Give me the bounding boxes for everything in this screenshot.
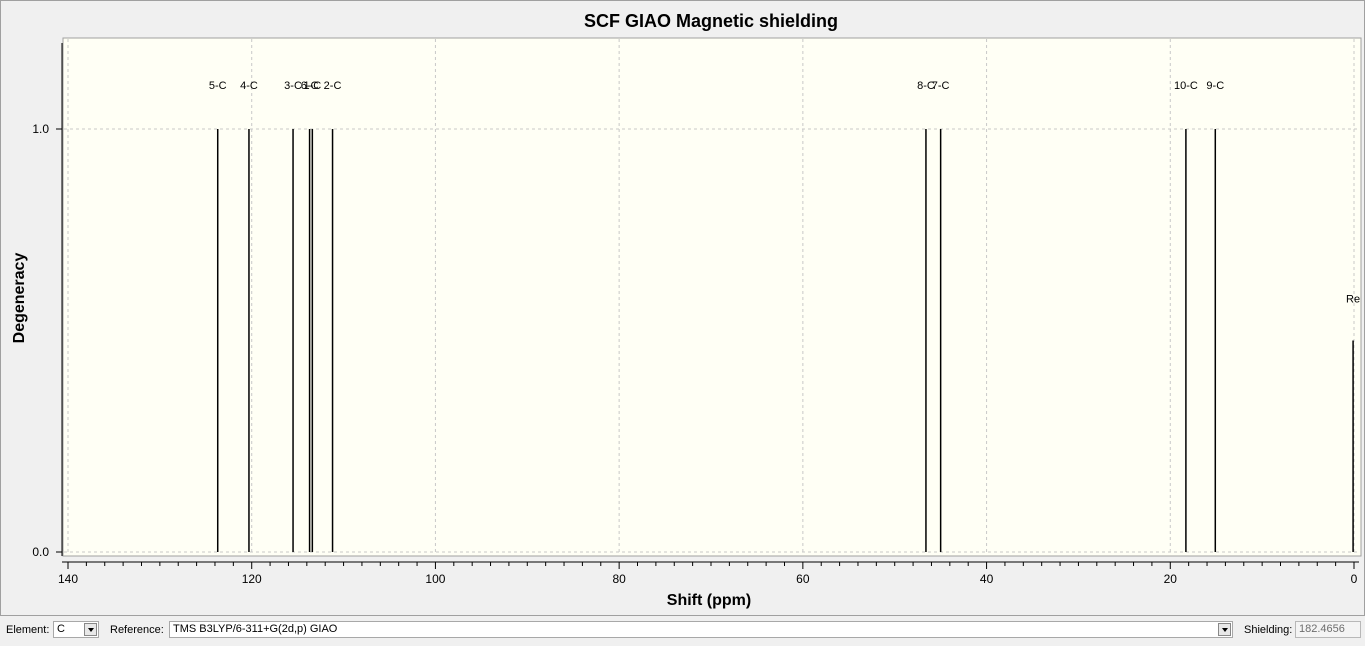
x-tick-label: 100 xyxy=(425,572,445,586)
x-tick-label: 40 xyxy=(980,572,994,586)
peak-label: 2-C xyxy=(324,80,342,92)
chevron-down-icon[interactable] xyxy=(84,623,97,636)
x-tick-label: 120 xyxy=(242,572,262,586)
y-axis-label: Degeneracy xyxy=(11,253,28,344)
chart-title: SCF GIAO Magnetic shielding xyxy=(584,11,838,31)
shielding-value: 182.4656 xyxy=(1299,623,1345,635)
x-tick-label: 80 xyxy=(612,572,626,586)
y-tick-label: 1.0 xyxy=(32,122,49,136)
peak-label: Re xyxy=(1346,294,1360,306)
x-tick-label: 60 xyxy=(796,572,810,586)
x-tick-label: 0 xyxy=(1351,572,1358,586)
reference-value: TMS B3LYP/6-311+G(2d,p) GIAO xyxy=(173,623,338,635)
x-tick-label: 140 xyxy=(58,572,78,586)
shielding-label: Shielding: xyxy=(1244,624,1293,636)
peak-label: 10-C xyxy=(1174,80,1198,92)
status-bar: Element: C Reference: TMS B3LYP/6-311+G(… xyxy=(0,616,1365,646)
element-label: Element: xyxy=(6,624,50,636)
chevron-down-icon[interactable] xyxy=(1218,623,1231,636)
peak-label: 7-C xyxy=(932,80,950,92)
y-tick-label: 0.0 xyxy=(32,545,49,559)
x-axis-label: Shift (ppm) xyxy=(667,592,751,609)
peak-label: 9-C xyxy=(1206,80,1224,92)
reference-label: Reference: xyxy=(110,624,164,636)
spectrum-window: SCF GIAO Magnetic shielding 140 120 100 80 6… xyxy=(0,0,1365,616)
element-value: C xyxy=(57,623,65,635)
x-tick-label: 20 xyxy=(1164,572,1178,586)
peak-label: 5-C xyxy=(209,80,227,92)
element-select[interactable]: C xyxy=(53,621,99,638)
plot-area xyxy=(62,37,1362,557)
peak-label: 4-C xyxy=(240,80,258,92)
reference-select[interactable]: TMS B3LYP/6-311+G(2d,p) GIAO xyxy=(169,621,1233,638)
shielding-field: 182.4656 xyxy=(1295,621,1361,638)
nmr-spectrum-chart[interactable]: SCF GIAO Magnetic shielding 140 120 100 80 6… xyxy=(1,1,1364,615)
peak-label: 3-C xyxy=(284,80,302,92)
peak-label: 1-C xyxy=(303,80,321,92)
